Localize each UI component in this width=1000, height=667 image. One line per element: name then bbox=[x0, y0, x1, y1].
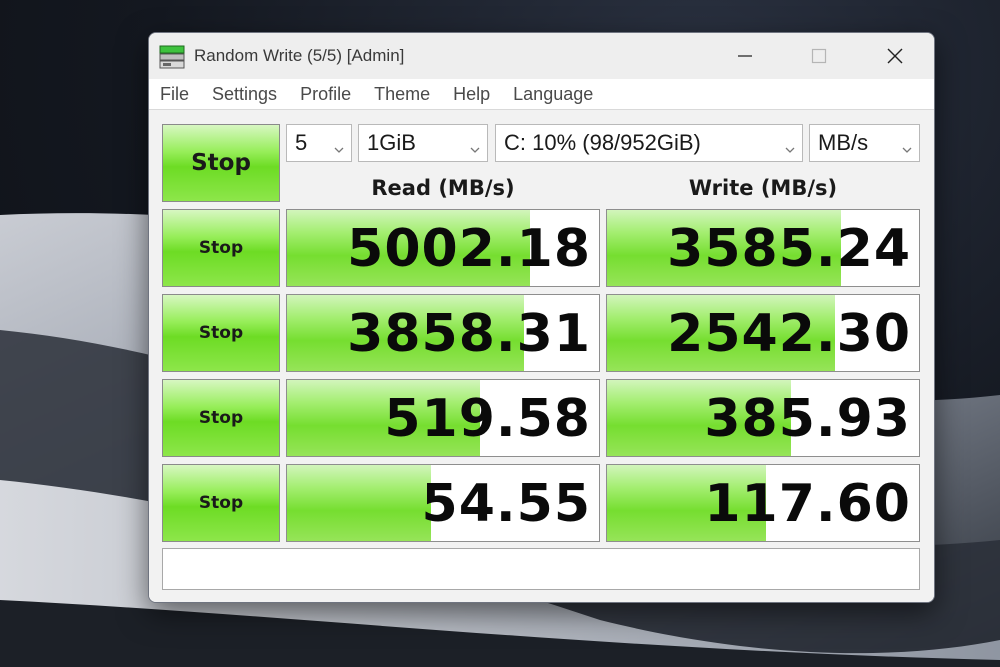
write-column-header: Write (MB/s) bbox=[688, 176, 838, 200]
test-count-select[interactable]: 5 bbox=[286, 124, 352, 162]
chevron-down-icon bbox=[333, 136, 345, 153]
menu-help[interactable]: Help bbox=[453, 84, 490, 105]
drive-select[interactable]: C: 10% (98/952GiB) bbox=[495, 124, 803, 162]
row-1-write-cell: 3585.24 bbox=[606, 209, 920, 287]
unit-value: MB/s bbox=[818, 130, 869, 155]
app-window: Random Write (5/5) [Admin] File Settings… bbox=[148, 32, 935, 603]
row-4-write-value: 117.60 bbox=[704, 474, 911, 534]
row-1-stop-button[interactable]: Stop bbox=[162, 209, 280, 287]
row-2-read-cell: 3858.31 bbox=[286, 294, 600, 372]
row-2-read-value: 3858.31 bbox=[347, 304, 591, 364]
row-1-write-value: 3585.24 bbox=[667, 219, 911, 279]
row-3-write-value: 385.93 bbox=[704, 389, 911, 449]
status-bar bbox=[162, 548, 920, 590]
row-3-stop-button[interactable]: Stop bbox=[162, 379, 280, 457]
row-4-write-cell: 117.60 bbox=[606, 464, 920, 542]
row-2-write-value: 2542.30 bbox=[667, 304, 911, 364]
menu-file[interactable]: File bbox=[160, 84, 189, 105]
row-4-read-value: 54.55 bbox=[421, 474, 591, 534]
title-bar[interactable]: Random Write (5/5) [Admin] bbox=[149, 33, 934, 79]
minimize-icon[interactable] bbox=[715, 33, 775, 79]
menu-theme[interactable]: Theme bbox=[374, 84, 430, 105]
read-column-header: Read (MB/s) bbox=[371, 176, 515, 200]
row-2-stop-button[interactable]: Stop bbox=[162, 294, 280, 372]
row-4-stop-button[interactable]: Stop bbox=[162, 464, 280, 542]
chevron-down-icon bbox=[784, 136, 796, 153]
close-icon[interactable] bbox=[865, 33, 925, 79]
unit-select[interactable]: MB/s bbox=[809, 124, 920, 162]
window-title: Random Write (5/5) [Admin] bbox=[194, 46, 405, 65]
row-3-write-cell: 385.93 bbox=[606, 379, 920, 457]
menu-settings[interactable]: Settings bbox=[212, 84, 277, 105]
menu-bar: File Settings Profile Theme Help Languag… bbox=[149, 79, 934, 110]
disk-drive-icon bbox=[159, 45, 185, 69]
row-3-read-cell: 519.58 bbox=[286, 379, 600, 457]
test-size-select[interactable]: 1GiB bbox=[358, 124, 488, 162]
drive-value: C: 10% (98/952GiB) bbox=[504, 130, 701, 155]
row-4-read-bar bbox=[287, 465, 431, 541]
stop-all-button[interactable]: Stop bbox=[162, 124, 280, 202]
chevron-down-icon bbox=[469, 136, 481, 153]
row-1-read-value: 5002.18 bbox=[347, 219, 591, 279]
row-1-read-cell: 5002.18 bbox=[286, 209, 600, 287]
menu-profile[interactable]: Profile bbox=[300, 84, 351, 105]
benchmark-panel: Stop 5 1GiB C: 10% (98/952GiB) MB/s Read… bbox=[149, 110, 934, 602]
row-4-read-cell: 54.55 bbox=[286, 464, 600, 542]
row-3-read-value: 519.58 bbox=[384, 389, 591, 449]
maximize-icon[interactable] bbox=[789, 33, 849, 79]
menu-language[interactable]: Language bbox=[513, 84, 593, 105]
test-count-value: 5 bbox=[295, 130, 308, 155]
test-size-value: 1GiB bbox=[367, 130, 416, 155]
chevron-down-icon bbox=[901, 136, 913, 153]
row-2-write-cell: 2542.30 bbox=[606, 294, 920, 372]
